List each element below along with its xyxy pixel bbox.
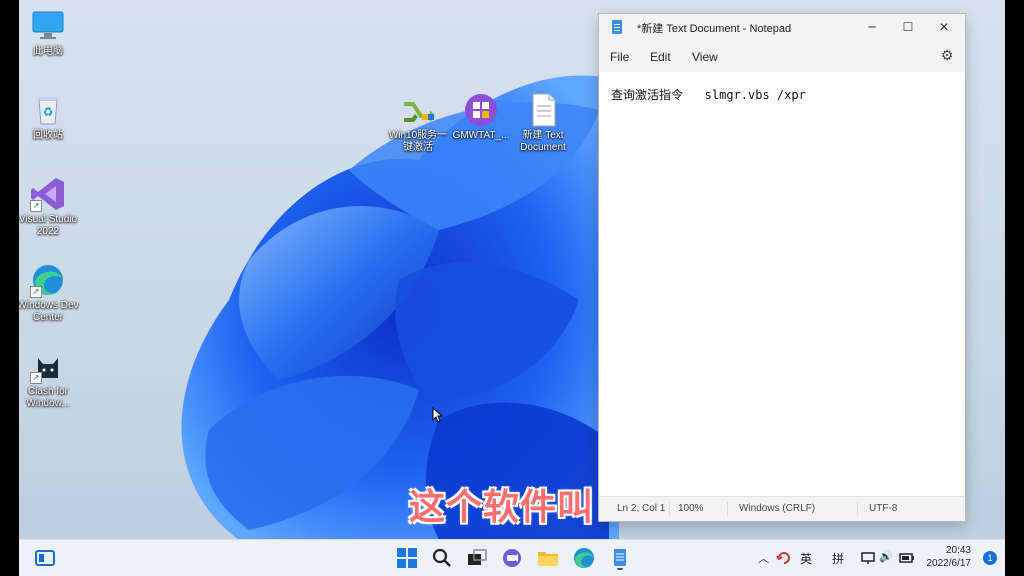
notepad-taskbar-icon[interactable] — [608, 546, 632, 570]
document-text[interactable]: 查询激活指令 slmgr.vbs /xpr — [611, 86, 806, 103]
desktop-icon-text-document[interactable]: 新建 Text Document — [511, 92, 575, 154]
shortcut-arrow-icon: ↗ — [30, 200, 42, 212]
desktop-icon-this-pc[interactable]: 此电脑 — [19, 8, 80, 58]
notepad-app-icon — [612, 20, 622, 34]
edge-browser-icon[interactable] — [572, 546, 596, 570]
shortcut-arrow-icon: ↗ — [30, 286, 42, 298]
menu-file[interactable]: File — [610, 50, 629, 64]
menu-view[interactable]: View — [692, 50, 718, 64]
cat-icon: ↗ — [30, 348, 66, 384]
widgets-icon[interactable] — [33, 546, 57, 570]
edge-icon: ↗ — [30, 262, 66, 298]
mouse-cursor-icon — [432, 407, 444, 423]
desktop-icon-label: 新建 Text Document — [520, 130, 566, 153]
text-file-icon — [525, 92, 561, 128]
battery-icon[interactable] — [899, 551, 915, 565]
status-zoom: 100% — [678, 503, 704, 514]
activation-tool-icon — [400, 92, 436, 128]
chat-icon[interactable] — [500, 546, 524, 570]
ime-mode-indicator[interactable]: 拼 — [832, 550, 844, 567]
file-explorer-icon[interactable] — [536, 546, 560, 570]
close-button[interactable]: ✕ — [927, 16, 961, 38]
notepad-window[interactable]: *新建 Text Document - Notepad ─ ☐ ✕ File E… — [599, 14, 965, 521]
desktop-icon-visual-studio[interactable]: ↗ Visual Studio 2022 — [19, 176, 80, 238]
status-encoding: UTF-8 — [869, 503, 898, 514]
desktop-icon-label: Visual Studio 2022 — [19, 214, 78, 237]
ime-language-indicator[interactable]: 英 — [800, 550, 812, 567]
notepad-menu-bar: File Edit View ⚙ — [599, 40, 965, 72]
status-line-ending: Windows (CRLF) — [739, 503, 816, 514]
recycle-bin-icon: ♻ — [30, 92, 66, 128]
gmwtat-icon — [463, 92, 499, 128]
volume-icon[interactable]: 🔊 — [879, 550, 893, 563]
gear-icon[interactable]: ⚙ — [939, 48, 955, 64]
sync-icon[interactable] — [776, 550, 792, 566]
desktop-icon-label: 此电脑 — [33, 46, 63, 57]
desktop-icon-label: GMWTAT_... — [452, 130, 510, 141]
video-subtitle: 这个软件叫 — [409, 487, 595, 528]
tray-overflow-chevron-icon[interactable]: ︿ — [758, 550, 769, 566]
desktop-icon-label: 回收站 — [33, 130, 63, 141]
visual-studio-icon: ↗ — [30, 176, 66, 212]
svg-text:♻: ♻ — [43, 105, 54, 119]
menu-edit[interactable]: Edit — [650, 50, 671, 64]
clock-date: 2022/6/17 — [926, 558, 972, 569]
notification-badge[interactable]: 1 — [983, 551, 997, 565]
clock[interactable]: 20:43 2022/6/17 — [927, 544, 972, 570]
desktop-icon-label: Win10服务一键激活 — [388, 130, 448, 153]
desktop: 此电脑 ♻ 回收站 ↗ Visual Studio 2022 ↗ Windows… — [19, 0, 1005, 576]
desktop-icon-clash[interactable]: ↗ Clash for Window... — [19, 348, 80, 410]
minimize-button[interactable]: ─ — [855, 16, 889, 38]
shortcut-arrow-icon: ↗ — [30, 372, 42, 384]
search-icon[interactable] — [430, 546, 454, 570]
task-view-icon[interactable] — [465, 546, 489, 570]
status-cursor-position: Ln 2, Col 1 — [617, 503, 666, 514]
clock-time: 20:43 — [945, 545, 971, 556]
monitor-icon — [30, 8, 66, 44]
desktop-icon-label: Windows Dev Center — [19, 300, 79, 323]
notepad-title-bar[interactable]: *新建 Text Document - Notepad ─ ☐ ✕ — [599, 14, 965, 40]
taskbar: ︿ 英 拼 🔊 20:43 2022/6/17 1 — [19, 539, 1005, 576]
notepad-text-area[interactable]: 查询激活指令 slmgr.vbs /xpr — [599, 72, 965, 490]
desktop-icon-gmwtat[interactable]: GMWTAT_... — [449, 92, 513, 142]
maximize-button[interactable]: ☐ — [891, 16, 925, 38]
desktop-icon-recycle-bin[interactable]: ♻ 回收站 — [19, 92, 80, 142]
desktop-icon-windows-dev-center[interactable]: ↗ Windows Dev Center — [19, 262, 80, 324]
notepad-status-bar: Ln 2, Col 1 100% Windows (CRLF) UTF-8 — [599, 496, 965, 521]
desktop-icon-win10-activate[interactable]: Win10服务一键激活 — [386, 92, 450, 154]
network-icon[interactable] — [861, 551, 875, 565]
window-title: *新建 Text Document - Notepad — [637, 23, 792, 35]
start-windows-icon[interactable] — [395, 546, 419, 570]
desktop-icon-label: Clash for Window... — [26, 386, 70, 409]
